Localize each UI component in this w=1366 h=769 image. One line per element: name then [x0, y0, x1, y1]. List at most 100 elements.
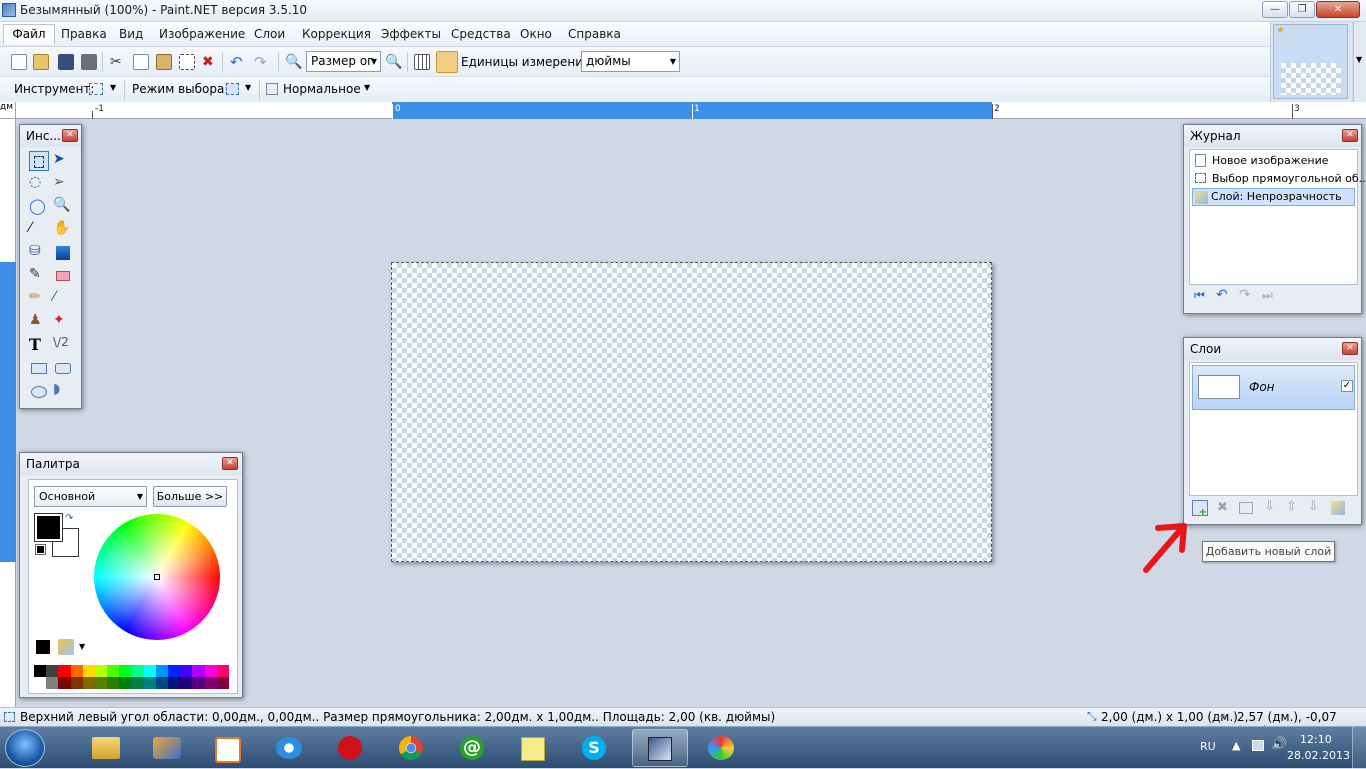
- swap-colors-icon[interactable]: ↷: [65, 513, 73, 524]
- open-file-icon[interactable]: [33, 54, 49, 70]
- move-selection-icon[interactable]: ➢: [53, 174, 73, 194]
- magic-wand-icon[interactable]: ⁄: [29, 220, 49, 240]
- taskbar-ms-paint[interactable]: [693, 729, 749, 767]
- clock-date[interactable]: 28.02.2013: [1287, 749, 1350, 762]
- color-picker-icon[interactable]: ⁄: [53, 289, 73, 309]
- selection-mode-icon[interactable]: [226, 83, 239, 95]
- gradient-tool-icon[interactable]: [56, 246, 70, 260]
- layer-properties-icon[interactable]: [1331, 501, 1345, 515]
- taskbar-mail-agent[interactable]: @: [444, 729, 500, 767]
- close-icon[interactable]: ✕: [1342, 342, 1358, 355]
- close-icon[interactable]: ✕: [1342, 129, 1358, 142]
- thumbnail-scrollbar[interactable]: ▼: [1353, 22, 1366, 102]
- line-curve-icon[interactable]: \/2: [53, 335, 73, 355]
- taskbar-internet-explorer[interactable]: [261, 729, 317, 767]
- chevron-down-icon[interactable]: ▼: [245, 83, 251, 92]
- clone-stamp-icon[interactable]: ♟: [29, 312, 49, 332]
- menu-file[interactable]: Файл: [3, 24, 55, 44]
- redo-icon[interactable]: ↷: [1239, 287, 1251, 303]
- start-button[interactable]: [5, 729, 45, 767]
- rewind-icon[interactable]: ⏮: [1194, 288, 1205, 303]
- duplicate-layer-icon[interactable]: [1239, 502, 1253, 514]
- zoom-select[interactable]: Размер ог ▼: [306, 51, 381, 72]
- cut-icon[interactable]: ✂: [110, 54, 126, 70]
- lasso-select-icon[interactable]: ◌: [29, 174, 49, 194]
- taskbar-paint[interactable]: [139, 729, 195, 767]
- paint-bucket-icon[interactable]: ⛁: [29, 243, 49, 263]
- taskbar-skype[interactable]: S: [566, 729, 622, 767]
- move-layer-down-icon[interactable]: ⇩: [1308, 499, 1319, 514]
- close-icon[interactable]: ✕: [62, 129, 78, 142]
- redo-icon[interactable]: ↷: [254, 54, 270, 70]
- taskbar-explorer[interactable]: [78, 729, 134, 767]
- menu-help[interactable]: Справка: [568, 27, 621, 41]
- zoom-tool-icon[interactable]: 🔍: [53, 197, 73, 217]
- history-item[interactable]: Выбор прямоугольной об...: [1192, 170, 1366, 188]
- crop-to-selection-icon[interactable]: [179, 54, 195, 70]
- save-icon[interactable]: [58, 54, 74, 70]
- eraser-icon[interactable]: [56, 271, 70, 281]
- image-thumbnail[interactable]: ★: [1273, 24, 1348, 99]
- pan-tool-icon[interactable]: ✋: [53, 220, 73, 240]
- merge-layer-down-icon[interactable]: ⇩: [1264, 499, 1275, 514]
- undo-icon[interactable]: ↶: [230, 54, 246, 70]
- text-tool-icon[interactable]: T: [29, 335, 49, 355]
- menu-edit[interactable]: Правка: [61, 27, 107, 41]
- clock-time[interactable]: 12:10: [1300, 733, 1332, 746]
- print-icon[interactable]: [81, 54, 97, 70]
- taskbar-opera[interactable]: [322, 729, 378, 767]
- palette-menu-icon[interactable]: [58, 639, 74, 655]
- zoom-in-icon[interactable]: 🔍: [385, 54, 402, 70]
- undo-icon[interactable]: ↶: [1216, 287, 1228, 303]
- rectangle-shape-icon[interactable]: [29, 358, 49, 378]
- new-file-icon[interactable]: [11, 54, 27, 70]
- ellipse-shape-icon[interactable]: [29, 381, 49, 401]
- network-icon[interactable]: [1252, 740, 1264, 751]
- menu-adjustments[interactable]: Коррекция: [302, 27, 371, 41]
- paintbrush-icon[interactable]: ✎: [29, 266, 49, 286]
- move-layer-up-icon[interactable]: ⇧: [1286, 499, 1297, 514]
- paste-icon[interactable]: [156, 54, 172, 70]
- chevron-down-icon[interactable]: ▼: [364, 83, 370, 92]
- move-selected-pixels-icon[interactable]: ➤: [53, 151, 73, 171]
- layer-visibility-checkbox[interactable]: ✓: [1341, 380, 1353, 392]
- chevron-down-icon[interactable]: ▼: [110, 83, 116, 92]
- delete-layer-icon[interactable]: ✖: [1217, 500, 1228, 515]
- rounded-rectangle-icon[interactable]: [53, 358, 73, 378]
- show-desktop-button[interactable]: [1352, 727, 1366, 769]
- volume-icon[interactable]: 🔊: [1271, 737, 1287, 752]
- close-button[interactable]: ✕: [1316, 1, 1360, 18]
- menu-view[interactable]: Вид: [119, 27, 143, 41]
- rectangle-select-icon[interactable]: [89, 83, 103, 95]
- fast-forward-icon[interactable]: ⏭: [1262, 288, 1273, 303]
- minimize-button[interactable]: —: [1262, 1, 1288, 18]
- palette-swatches[interactable]: [34, 665, 229, 689]
- deselect-icon[interactable]: ✖: [202, 54, 218, 70]
- menu-effects[interactable]: Эффекты: [381, 27, 441, 41]
- language-indicator[interactable]: RU: [1200, 740, 1216, 753]
- history-item[interactable]: Новое изображение: [1192, 152, 1355, 170]
- color-wheel[interactable]: [94, 514, 220, 640]
- freeform-shape-icon[interactable]: ◗: [53, 381, 73, 401]
- copy-icon[interactable]: [133, 54, 149, 70]
- grid-icon[interactable]: [414, 54, 430, 70]
- primary-color-swatch[interactable]: [34, 513, 63, 542]
- reset-colors-icon[interactable]: [35, 544, 46, 555]
- maximize-button[interactable]: ❐: [1289, 1, 1315, 18]
- pencil-icon[interactable]: ✏: [29, 289, 49, 309]
- close-icon[interactable]: ✕: [222, 457, 238, 470]
- chevron-down-icon[interactable]: ▼: [79, 642, 85, 651]
- blend-mode-select[interactable]: Нормальное: [283, 82, 361, 96]
- add-to-palette-icon[interactable]: [36, 640, 50, 654]
- taskbar-sticky-notes[interactable]: [505, 729, 561, 767]
- palette-mode-select[interactable]: Основной ▼: [34, 486, 147, 507]
- recolor-icon[interactable]: ✦: [53, 312, 73, 332]
- taskbar-media-player[interactable]: [200, 729, 256, 767]
- rulers-toggle-icon[interactable]: [436, 51, 458, 73]
- menu-window[interactable]: Окно: [520, 27, 552, 41]
- taskbar-chrome[interactable]: [383, 729, 439, 767]
- palette-more-button[interactable]: Больше >>: [153, 486, 227, 507]
- image-canvas[interactable]: [391, 262, 992, 562]
- taskbar-paintnet-active[interactable]: [632, 729, 688, 767]
- layer-row[interactable]: Фон ✓: [1192, 365, 1355, 410]
